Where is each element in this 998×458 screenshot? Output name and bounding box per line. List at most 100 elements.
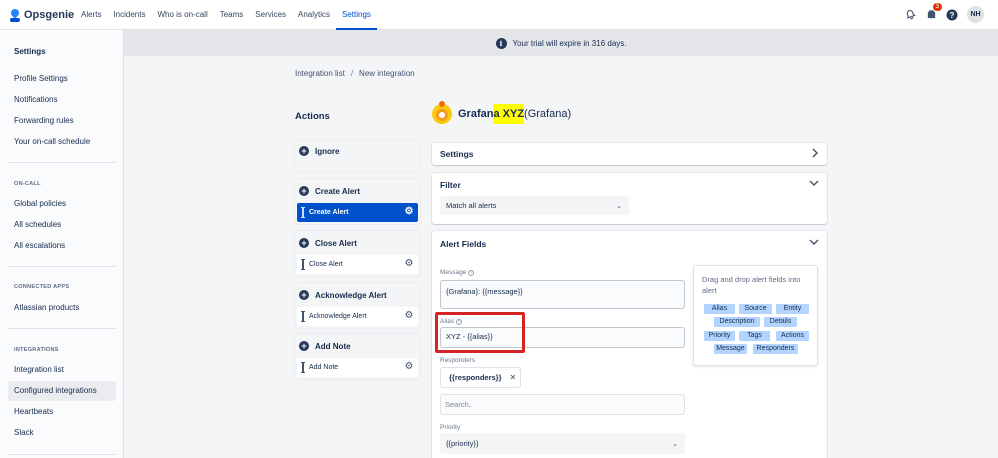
alert-fields-palette: Drag and drop alert fields into alert Al… [693, 265, 818, 366]
action-group-header[interactable]: + Close Alert [295, 231, 420, 255]
help-icon[interactable]: ? [946, 9, 958, 21]
sidebar-item-global-policies[interactable]: Global policies [8, 194, 116, 214]
chevron-down-icon: ⌄ [672, 440, 678, 448]
gear-icon[interactable]: ⚙ [404, 207, 414, 217]
chevron-down-icon: ⌄ [616, 202, 622, 210]
avatar[interactable]: NH [967, 6, 984, 23]
chevron-down-icon[interactable] [809, 238, 819, 248]
sidebar-heading-integrations: INTEGRATIONS [14, 347, 59, 353]
sidebar-item-atlassian-products[interactable]: Atlassian products [8, 298, 116, 318]
svg-text:?: ? [950, 10, 955, 19]
bell-icon[interactable] [904, 9, 916, 21]
action-row-label: Create Alert [309, 209, 349, 216]
action-row-label: Close Alert [309, 261, 343, 268]
opsgenie-logo[interactable]: Opsgenie [9, 6, 74, 23]
action-group-header[interactable]: + Acknowledge Alert [295, 283, 420, 307]
trial-banner-text: Your trial will expire in 316 days. [512, 38, 627, 48]
field-tag-actions[interactable]: Actions [776, 331, 809, 341]
nav-services[interactable]: Services [249, 0, 292, 30]
close-icon[interactable]: ✕ [510, 373, 517, 382]
sidebar-item-all-schedules[interactable]: All schedules [8, 215, 116, 235]
action-group-title: Create Alert [315, 186, 361, 196]
sidebar-item-on-call-schedule[interactable]: Your on-call schedule [8, 132, 116, 152]
breadcrumb: Integration list / New integration [295, 69, 415, 78]
drag-handle-icon[interactable] [301, 311, 305, 322]
action-group-header[interactable]: + Add Note [295, 334, 420, 358]
sidebar-item-heartbeats[interactable]: Heartbeats [8, 402, 116, 422]
nav-alerts[interactable]: Alerts [75, 0, 107, 30]
nav-settings[interactable]: Settings [336, 0, 377, 30]
field-tag-description[interactable]: Description [714, 317, 760, 327]
action-row-close-alert[interactable]: Close Alert ⚙ [297, 255, 418, 274]
field-tag-priority[interactable]: Priority [704, 331, 735, 341]
sidebar-heading-on-call: ON-CALL [14, 181, 41, 187]
responders-chip[interactable]: {{responders}} ✕ [440, 367, 521, 388]
action-group-add-note: + Add Note Add Note ⚙ [295, 334, 420, 379]
action-row-acknowledge-alert[interactable]: Acknowledge Alert ⚙ [297, 307, 418, 326]
field-tag-source[interactable]: Source [739, 304, 772, 314]
sidebar-item-profile-settings[interactable]: Profile Settings [8, 69, 116, 89]
integration-header: Grafan a XYZ (Grafana) [432, 101, 571, 124]
add-circle-icon[interactable]: + [299, 290, 309, 300]
chevron-right-icon[interactable] [811, 148, 819, 160]
gear-icon[interactable]: ⚙ [404, 259, 414, 269]
priority-label-text: Priority [440, 424, 461, 431]
sidebar-title: Settings [14, 47, 46, 56]
nav-who-is-on-call[interactable]: Who is on-call [151, 0, 213, 30]
add-circle-icon[interactable]: + [299, 146, 309, 156]
field-tag-tags[interactable]: Tags [739, 331, 770, 341]
action-row-add-note[interactable]: Add Note ⚙ [297, 358, 418, 377]
field-tag-responders[interactable]: Responders [753, 344, 798, 354]
nav-incidents[interactable]: Incidents [107, 0, 151, 30]
message-field[interactable]: {Grafana}: {{message}} [440, 280, 685, 309]
field-tag-message[interactable]: Message [714, 344, 747, 354]
field-tag-details[interactable]: Details [764, 317, 797, 327]
help-icon[interactable]: ? [456, 318, 463, 325]
responders-search-input[interactable]: Search.. [440, 394, 685, 415]
opsgenie-logo-icon [9, 6, 21, 22]
message-label-text: Message [440, 269, 467, 276]
breadcrumb-integration-list[interactable]: Integration list [295, 69, 345, 78]
sidebar-item-integration-list[interactable]: Integration list [8, 360, 116, 380]
action-group-acknowledge-alert: + Acknowledge Alert Acknowledge Alert ⚙ [295, 283, 420, 328]
sidebar-item-slack[interactable]: Slack [8, 423, 116, 443]
action-group-title: Add Note [315, 341, 351, 351]
sidebar-divider [8, 328, 116, 329]
settings-sidebar: Settings Profile Settings Notifications … [0, 30, 124, 458]
nav-teams[interactable]: Teams [214, 0, 250, 30]
breadcrumb-new-integration: New integration [359, 69, 415, 78]
integration-title: Grafan a XYZ (Grafana) [458, 104, 571, 124]
add-circle-icon[interactable]: + [299, 238, 309, 248]
priority-select-value: {{priority}} [446, 439, 479, 448]
notifications-icon[interactable]: 3 [925, 2, 942, 21]
breadcrumb-separator: / [350, 69, 354, 78]
sidebar-item-notifications[interactable]: Notifications [8, 90, 116, 110]
action-group-header[interactable]: + Ignore [295, 142, 420, 160]
action-group-close-alert: + Close Alert Close Alert ⚙ [295, 231, 420, 276]
sidebar-item-configured-integrations[interactable]: Configured integrations [8, 381, 116, 401]
field-tag-entity[interactable]: Entity [776, 304, 809, 314]
settings-panel[interactable]: Settings [432, 143, 827, 165]
action-group-create-alert: + Create Alert Create Alert ⚙ [295, 179, 420, 224]
gear-icon[interactable]: ⚙ [404, 311, 414, 321]
sidebar-divider [8, 266, 116, 267]
drag-handle-icon[interactable] [301, 207, 305, 218]
drag-handle-icon[interactable] [301, 259, 305, 270]
action-row-create-alert[interactable]: Create Alert ⚙ [297, 203, 418, 222]
top-navigation: Opsgenie Alerts Incidents Who is on-call… [0, 0, 998, 30]
add-circle-icon[interactable]: + [299, 186, 309, 196]
add-circle-icon[interactable]: + [299, 341, 309, 351]
sidebar-item-forwarding-rules[interactable]: Forwarding rules [8, 111, 116, 131]
gear-icon[interactable]: ⚙ [404, 362, 414, 372]
chevron-down-icon[interactable] [809, 179, 819, 189]
nav-items: Alerts Incidents Who is on-call Teams Se… [75, 0, 377, 30]
help-icon[interactable]: ? [468, 269, 475, 276]
field-tag-alias[interactable]: Alias [704, 304, 735, 314]
alias-field[interactable]: XYZ - {{alias}} [440, 327, 685, 348]
drag-handle-icon[interactable] [301, 362, 305, 373]
priority-select[interactable]: {{priority}} ⌄ [440, 433, 685, 454]
action-group-header[interactable]: + Create Alert [295, 179, 420, 203]
filter-select[interactable]: Match all alerts ⌄ [440, 196, 629, 215]
sidebar-item-all-escalations[interactable]: All escalations [8, 236, 116, 256]
nav-analytics[interactable]: Analytics [292, 0, 336, 30]
